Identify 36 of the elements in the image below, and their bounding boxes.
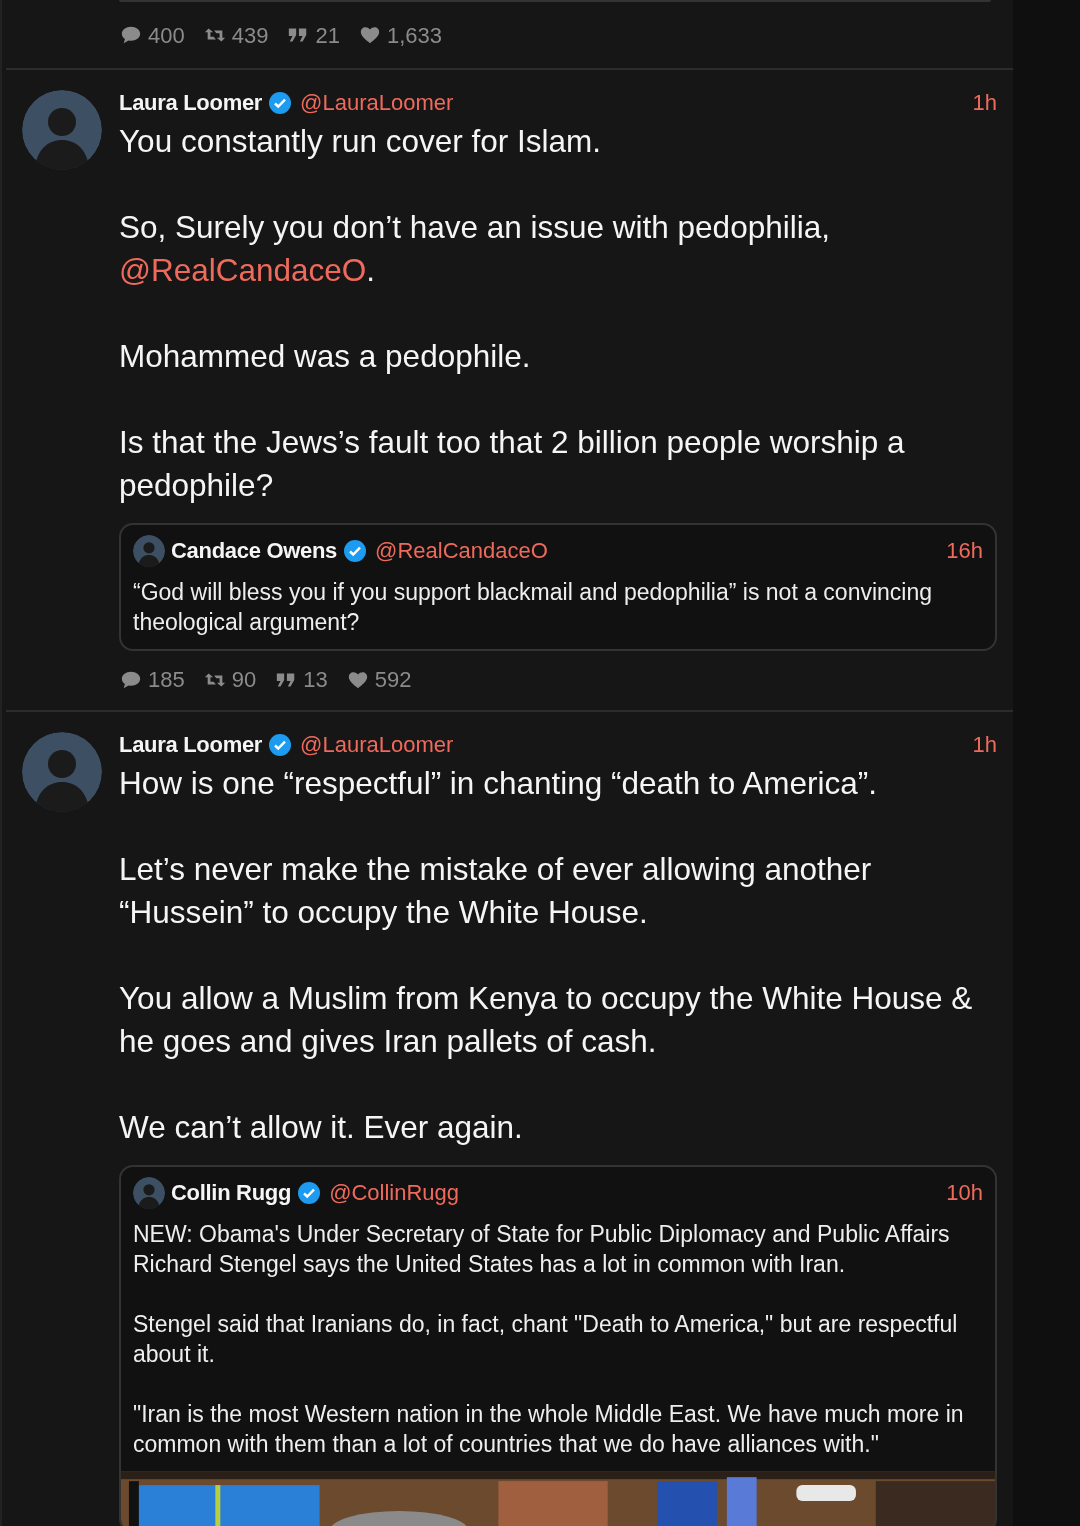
tweet-text: You constantly run cover for Islam.	[119, 122, 603, 161]
reply-count: 185	[148, 666, 185, 694]
tweet-text: Mohammed was a pedophile.	[119, 337, 532, 376]
tweet-text: How is one “respectful” in chanting “death to America”.	[119, 764, 879, 803]
retweet-count: 90	[231, 666, 257, 694]
username-link[interactable]: @CollinRugg	[329, 1180, 460, 1206]
reply-count: 400	[148, 21, 185, 50]
tweet-text: Is that the Jews’s fault too that 2 billion people worship a pedophile?	[119, 423, 906, 505]
timestamp-link[interactable]: 10h	[946, 1180, 983, 1206]
username-link[interactable]: @LauraLoomer	[300, 732, 454, 758]
author-name[interactable]: Collin Rugg	[171, 1180, 292, 1206]
mention-link[interactable]: @RealCandaceO	[119, 252, 367, 288]
retweet-count: 439	[231, 21, 269, 50]
quoted-tweet-card[interactable]	[119, 1165, 997, 1526]
tweet-text: You allow a Muslim from Kenya to occupy the White House & he goes and gives Iran pallets of cash.	[119, 979, 974, 1061]
timestamp-link[interactable]: 1h	[972, 732, 997, 758]
quoted-tweet-text: Stengel said that Iranians do, in fact, chant "Death to America," but are respectful about it.	[133, 1310, 959, 1369]
timestamp-link[interactable]: 16h	[946, 538, 983, 564]
tweet-text: Let’s never make the mistake of ever allowing another “Hussein” to occupy the White House.	[119, 850, 873, 932]
quoted-tweet-text: “God will bless you if you support blackmail and pedophilia” is not a convincing theological argument?	[133, 578, 934, 637]
quoted-tweet-card[interactable]: Candace Owens @RealCandaceO 16h “God will bless you if you support blackmail and pedophilia” is not a convincing theological argument?	[119, 523, 997, 651]
quoted-tweet-text: NEW: Obama's Under Secretary of State for Public Diplomacy and Public Affairs Richard Stengel says the United States has a lot in common with Iran.	[133, 1220, 951, 1279]
like-count: 592	[374, 666, 412, 694]
like-count: 1,633	[386, 21, 442, 50]
tweet-text: So, Surely you don’t have an issue with pedophilia, @RealCandaceO.	[119, 208, 831, 290]
timestamp-link[interactable]: 1h	[972, 90, 997, 116]
tweet-text: We can’t allow it. Ever again.	[119, 1108, 524, 1147]
author-name[interactable]: Laura Loomer	[119, 732, 263, 758]
username-link[interactable]: @RealCandaceO	[375, 538, 548, 564]
quote-count: 13	[303, 666, 328, 694]
quoted-tweet-text: "Iran is the most Western nation in the whole Middle East. We have much more in common with them than a lot of countries that we do have alliances with."	[133, 1400, 965, 1459]
username-link[interactable]: @LauraLoomer	[300, 90, 454, 116]
speech-bubble-icon[interactable]	[119, 24, 143, 46]
author-name[interactable]: Candace Owens	[171, 538, 338, 564]
quote-count: 21	[315, 21, 340, 50]
author-name[interactable]: Laura Loomer	[119, 90, 263, 116]
